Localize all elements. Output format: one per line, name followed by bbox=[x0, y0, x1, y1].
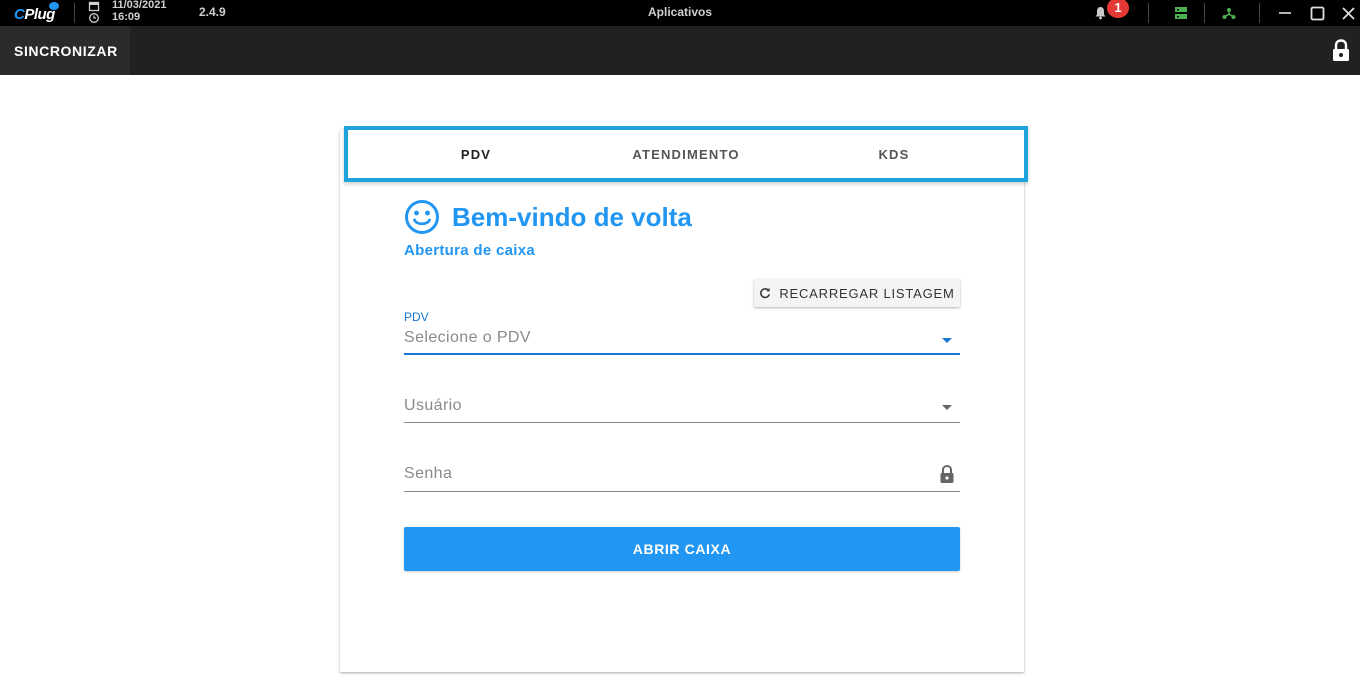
user-placeholder: Usuário bbox=[404, 397, 462, 414]
sync-button[interactable]: SINCRONIZAR bbox=[0, 26, 130, 75]
welcome-header: Bem-vindo de volta bbox=[404, 197, 692, 237]
minimize-icon[interactable] bbox=[1276, 3, 1294, 23]
app-tabs: PDV ATENDIMENTO KDS bbox=[344, 126, 1028, 182]
chevron-down-icon bbox=[942, 338, 952, 343]
pdv-select[interactable]: PDV Selecione o PDV bbox=[404, 310, 960, 358]
page-subtitle: Abertura de caixa bbox=[404, 242, 535, 259]
top-app-bar: SINCRONIZAR bbox=[0, 26, 1360, 75]
user-underline bbox=[404, 422, 960, 423]
tab-kds[interactable]: KDS bbox=[794, 130, 994, 178]
titlebar-divider bbox=[1259, 3, 1260, 23]
pdv-field-label: PDV bbox=[404, 310, 429, 324]
app-logo: CPlug bbox=[14, 2, 64, 24]
server-icon[interactable] bbox=[1172, 3, 1190, 23]
smiley-icon bbox=[405, 200, 439, 234]
chevron-down-icon bbox=[942, 405, 952, 410]
network-icon[interactable] bbox=[1221, 3, 1237, 23]
password-placeholder: Senha bbox=[404, 465, 453, 482]
bell-icon[interactable] bbox=[1093, 3, 1107, 23]
password-field[interactable]: Senha bbox=[404, 462, 960, 492]
maximize-icon[interactable] bbox=[1308, 3, 1326, 23]
titlebar-divider bbox=[1204, 3, 1205, 23]
user-select[interactable]: Usuário bbox=[404, 395, 960, 425]
pdv-placeholder: Selecione o PDV bbox=[404, 329, 531, 346]
reload-list-label: RECARREGAR LISTAGEM bbox=[779, 285, 955, 301]
notification-badge[interactable]: 1 bbox=[1107, 0, 1129, 18]
password-underline bbox=[404, 491, 960, 492]
lock-icon[interactable] bbox=[938, 462, 956, 486]
refresh-icon bbox=[760, 287, 771, 299]
welcome-title: Bem-vindo de volta bbox=[452, 201, 692, 232]
lock-icon[interactable] bbox=[1330, 38, 1354, 64]
tab-atendimento[interactable]: ATENDIMENTO bbox=[586, 130, 786, 178]
pdv-underline bbox=[404, 353, 960, 355]
window-titlebar: CPlug 11/03/2021 16:09 2.4.9 Aplicativos… bbox=[0, 0, 1360, 26]
datetime-icons bbox=[88, 1, 100, 25]
titlebar-divider bbox=[1148, 3, 1149, 23]
calendar-icon bbox=[88, 1, 100, 23]
close-icon[interactable] bbox=[1340, 3, 1356, 23]
tab-pdv[interactable]: PDV bbox=[376, 130, 576, 178]
reload-list-button[interactable]: RECARREGAR LISTAGEM bbox=[754, 279, 960, 307]
time-text: 16:09 bbox=[112, 10, 141, 23]
datetime-readout: 11/03/2021 16:09 bbox=[112, 0, 166, 23]
open-register-button[interactable]: ABRIR CAIXA bbox=[404, 527, 960, 571]
titlebar-divider bbox=[74, 3, 75, 23]
logo-text: CPlug bbox=[14, 6, 55, 23]
app-version: 2.4.9 bbox=[199, 5, 226, 19]
date-text: 11/03/2021 bbox=[112, 0, 167, 11]
